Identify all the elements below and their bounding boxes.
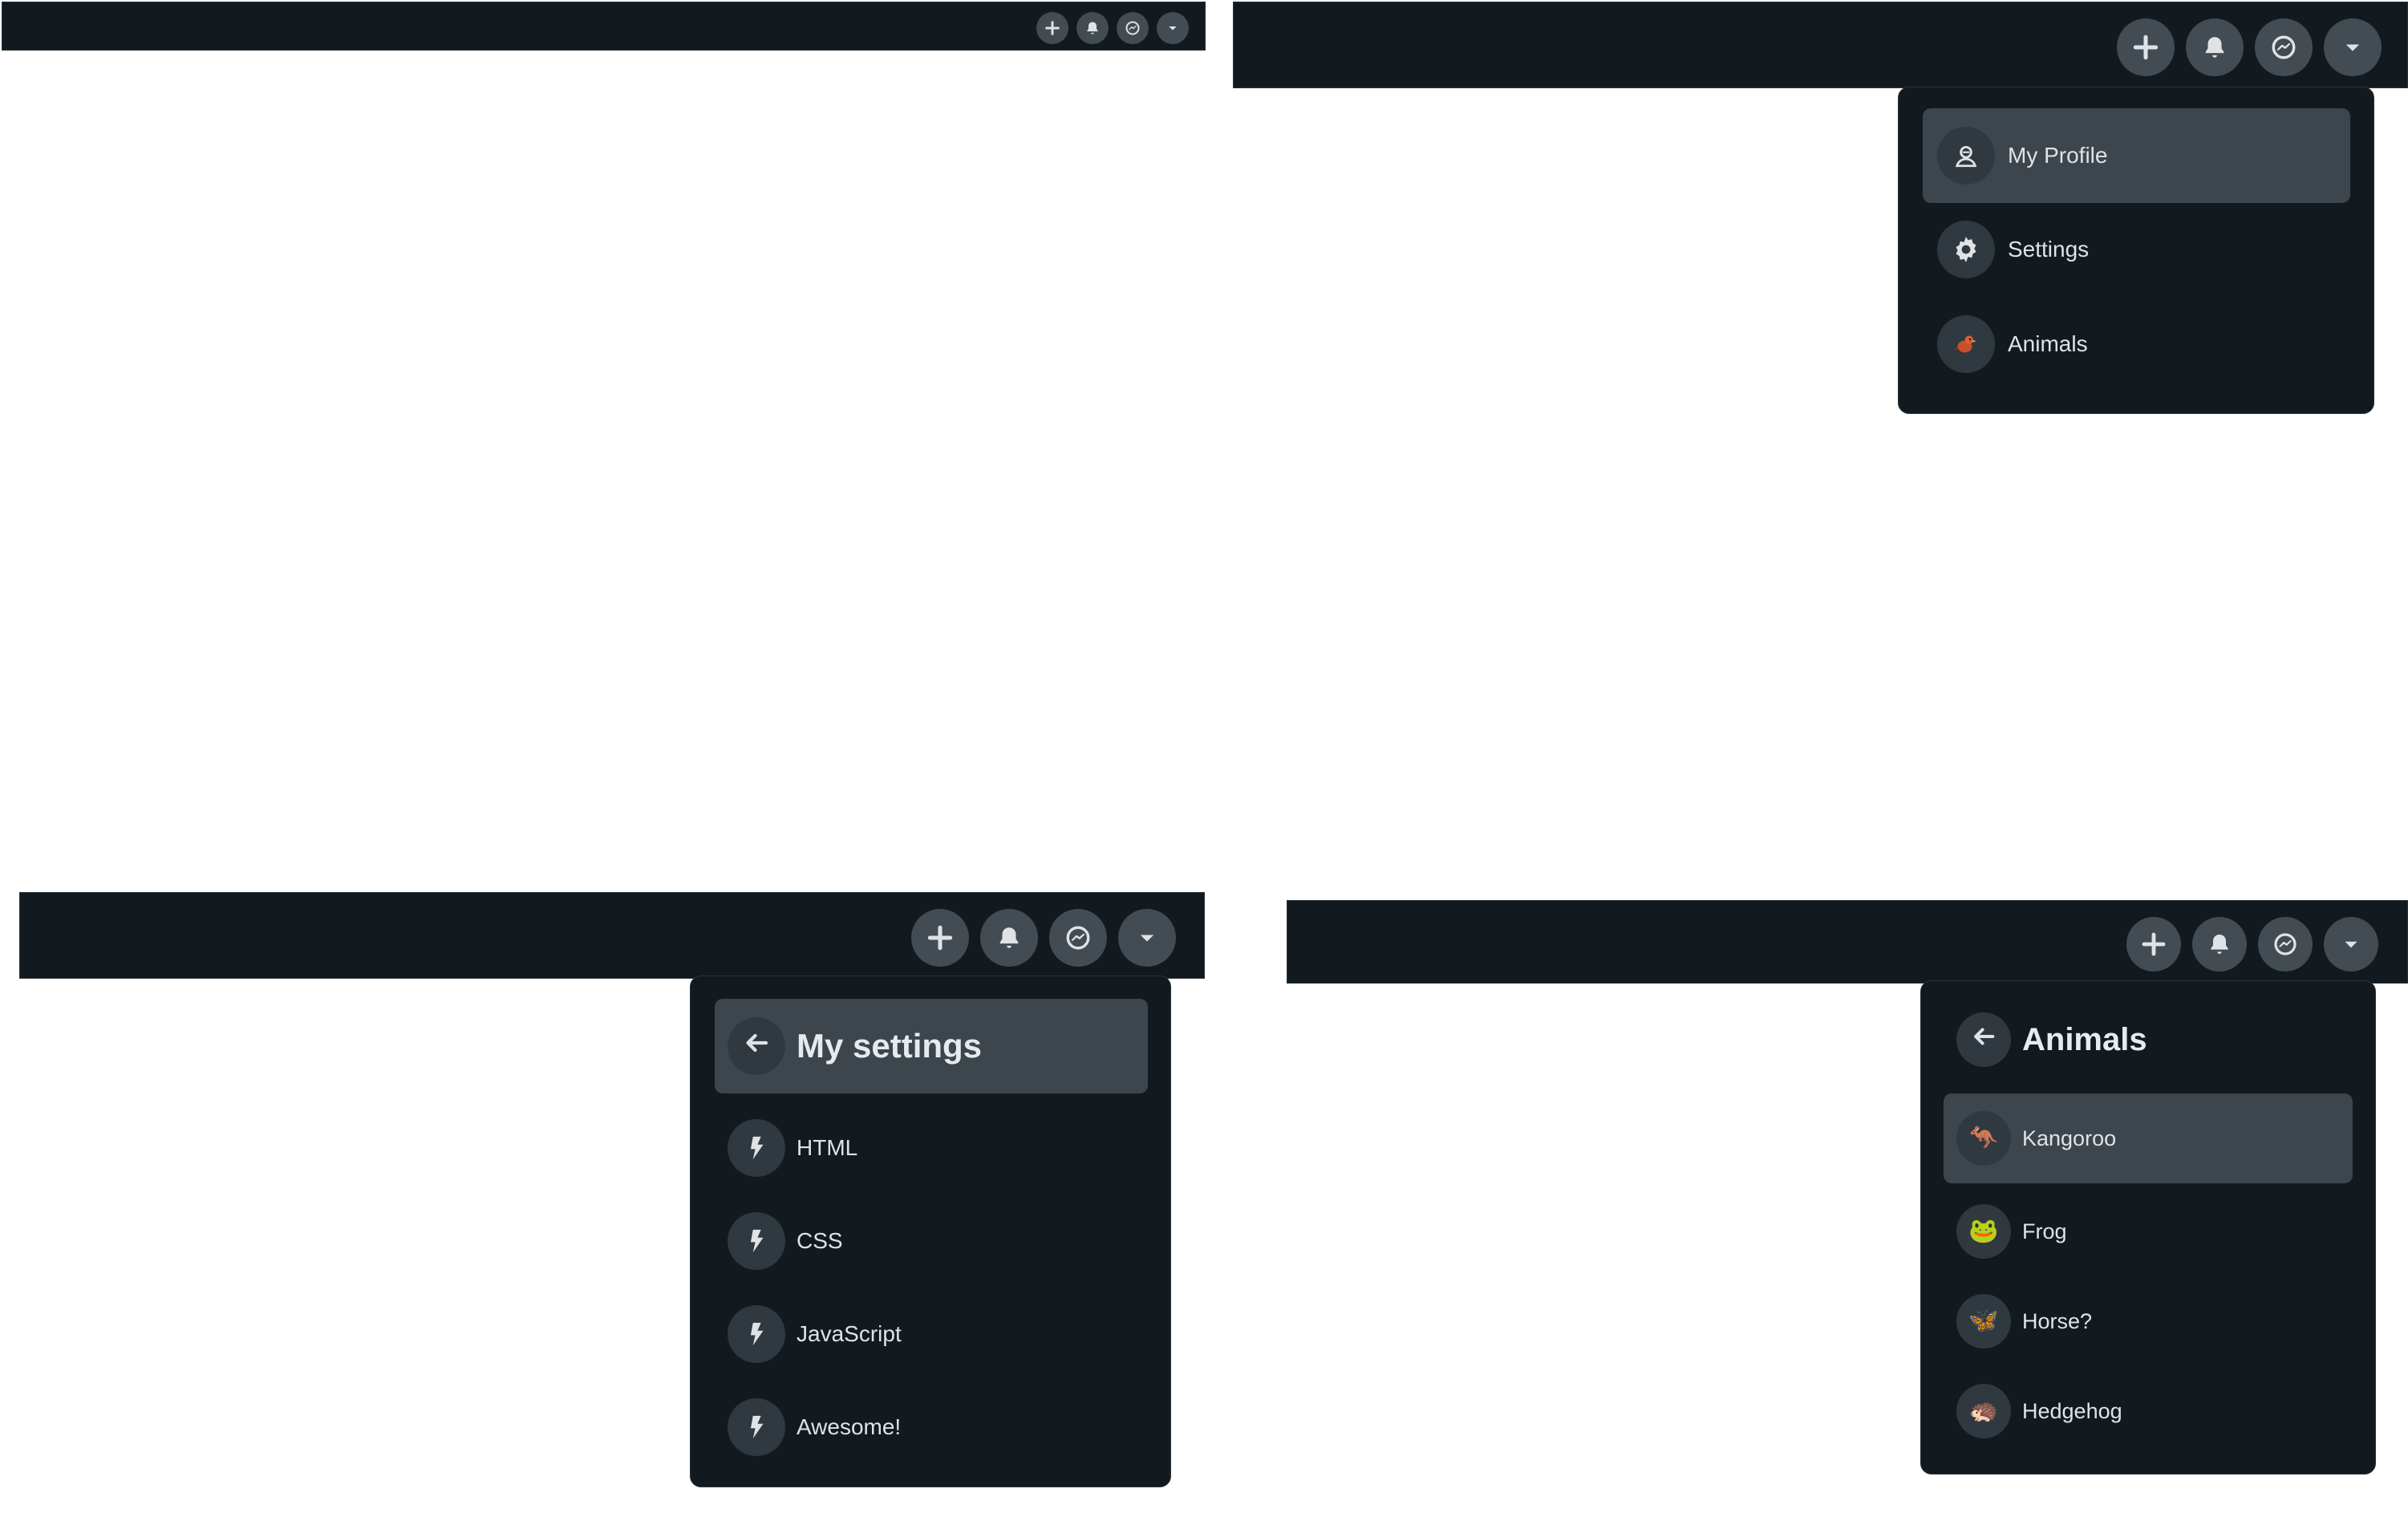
menu-item-frog[interactable]: 🐸 Frog xyxy=(1944,1191,2353,1272)
messenger-icon xyxy=(2272,931,2298,957)
plus-button[interactable] xyxy=(1036,12,1068,44)
menu-item-label: Animals xyxy=(2008,331,2088,356)
gear-icon xyxy=(1937,221,1995,278)
navbar-closed xyxy=(2,2,1206,51)
caret-down-icon xyxy=(1136,927,1158,949)
messenger-button[interactable] xyxy=(2258,917,2313,971)
navbar-settings-menu xyxy=(19,892,1205,979)
submenu-title: Animals xyxy=(2022,1021,2147,1057)
caret-button[interactable] xyxy=(2324,917,2378,971)
menu-item-my-profile[interactable]: My Profile xyxy=(1923,108,2350,203)
bolt-icon xyxy=(728,1398,785,1456)
menu-item-settings[interactable]: Settings xyxy=(1923,209,2350,290)
bell-icon xyxy=(2201,34,2228,61)
screenshot-stage: My Profile Settings Animals My settings … xyxy=(0,0,2408,1513)
bell-icon xyxy=(1084,20,1101,36)
plus-button[interactable] xyxy=(911,909,969,967)
bell-button[interactable] xyxy=(1076,12,1109,44)
navbar-animals-menu xyxy=(1287,900,2408,984)
dropdown-main: My Profile Settings Animals xyxy=(1898,87,2374,414)
menu-item-label: Hedgehog xyxy=(2022,1398,2122,1423)
menu-item-horse[interactable]: 🦋 Horse? xyxy=(1944,1281,2353,1361)
messenger-button[interactable] xyxy=(1117,12,1149,44)
navbar-main-menu xyxy=(1233,2,2408,88)
menu-item-javascript[interactable]: JavaScript xyxy=(715,1294,1148,1374)
menu-item-label: Settings xyxy=(2008,237,2090,262)
hedgehog-icon: 🦔 xyxy=(1956,1384,2011,1438)
arrow-left-icon xyxy=(1970,1022,1997,1058)
arrow-left-icon xyxy=(742,1027,771,1065)
bell-icon xyxy=(2207,931,2232,957)
kangaroo-icon: 🦘 xyxy=(1956,1111,2011,1166)
menu-item-awesome[interactable]: Awesome! xyxy=(715,1387,1148,1467)
bolt-icon xyxy=(728,1305,785,1363)
bolt-icon xyxy=(728,1212,785,1270)
caret-down-icon xyxy=(2341,934,2361,955)
menu-item-label: Kangoroo xyxy=(2022,1126,2117,1150)
messenger-icon xyxy=(1125,20,1141,36)
menu-item-label: HTML xyxy=(797,1135,858,1160)
menu-item-css[interactable]: CSS xyxy=(715,1201,1148,1281)
bolt-icon xyxy=(728,1119,785,1177)
plus-button[interactable] xyxy=(2126,917,2181,971)
menu-item-label: JavaScript xyxy=(797,1321,902,1346)
plus-icon xyxy=(1044,19,1061,37)
bell-button[interactable] xyxy=(2186,18,2244,76)
submenu-header[interactable]: Animals xyxy=(1944,996,2353,1084)
caret-button[interactable] xyxy=(2324,18,2382,76)
messenger-button[interactable] xyxy=(2255,18,2313,76)
menu-item-kangoroo[interactable]: 🦘 Kangoroo xyxy=(1944,1093,2353,1183)
submenu-title: My settings xyxy=(797,1027,983,1065)
caret-button[interactable] xyxy=(1118,909,1176,967)
butterfly-icon: 🦋 xyxy=(1956,1294,2011,1349)
menu-item-label: CSS xyxy=(797,1228,843,1253)
messenger-icon xyxy=(2270,34,2297,61)
submenu-header[interactable]: My settings xyxy=(715,999,1148,1093)
menu-item-label: My Profile xyxy=(2008,143,2108,168)
menu-item-hedgehog[interactable]: 🦔 Hedgehog xyxy=(1944,1371,2353,1451)
bird-icon xyxy=(1937,315,1995,373)
plus-button[interactable] xyxy=(2117,18,2175,76)
caret-button[interactable] xyxy=(1157,12,1189,44)
back-button[interactable] xyxy=(728,1017,785,1075)
menu-item-label: Awesome! xyxy=(797,1414,902,1439)
menu-item-label: Horse? xyxy=(2022,1308,2093,1333)
frog-icon: 🐸 xyxy=(1956,1204,2011,1259)
dropdown-animals: Animals 🦘 Kangoroo 🐸 Frog 🦋 Horse? 🦔 Hed… xyxy=(1920,980,2376,1474)
messenger-button[interactable] xyxy=(1049,909,1107,967)
caret-down-icon xyxy=(2341,36,2364,59)
caret-down-icon xyxy=(1166,22,1179,34)
bell-icon xyxy=(995,924,1023,951)
bell-button[interactable] xyxy=(980,909,1038,967)
messenger-icon xyxy=(1064,924,1092,951)
back-button[interactable] xyxy=(1956,1012,2011,1067)
plus-icon xyxy=(925,923,955,953)
menu-item-animals[interactable]: Animals xyxy=(1923,304,2350,384)
bell-button[interactable] xyxy=(2192,917,2247,971)
dropdown-settings: My settings HTML CSS JavaScript Awesome! xyxy=(690,976,1171,1487)
plus-icon xyxy=(2130,32,2161,63)
menu-item-html[interactable]: HTML xyxy=(715,1108,1148,1188)
user-icon xyxy=(1937,127,1995,185)
plus-icon xyxy=(2139,930,2168,959)
menu-item-label: Frog xyxy=(2022,1219,2067,1243)
